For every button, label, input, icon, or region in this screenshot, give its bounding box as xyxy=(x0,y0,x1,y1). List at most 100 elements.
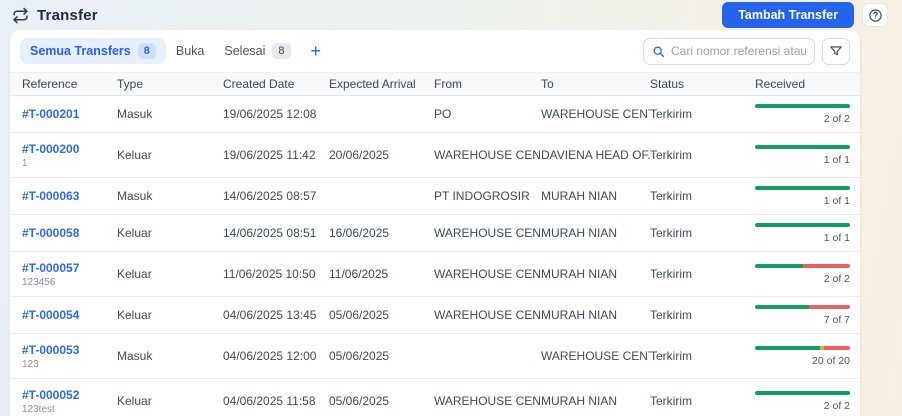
reference-link[interactable]: #T-000058 xyxy=(22,226,111,240)
progress-segment xyxy=(809,304,850,309)
received-cell: 20 of 20 xyxy=(755,345,860,367)
received-progress-bar xyxy=(755,263,850,268)
table-row[interactable]: #T-000058 Keluar 14/06/2025 08:51 16/06/202… xyxy=(10,215,860,252)
received-cell: 2 of 2 xyxy=(755,390,860,412)
add-view-button[interactable]: + xyxy=(301,42,332,60)
filter-button[interactable] xyxy=(822,37,850,65)
reference-cell: #T-000052 123test xyxy=(10,388,117,415)
reference-cell: #T-000201 xyxy=(10,107,117,121)
col-header-to: To xyxy=(541,77,554,91)
tab-selesai[interactable]: Selesai 8 xyxy=(214,38,300,64)
table-body: #T-000201 Masuk 19/06/2025 12:08 PO WAREHOUS… xyxy=(10,96,860,416)
to-cell: MURAH NIAN xyxy=(541,308,618,322)
reference-link[interactable]: #T-000053 xyxy=(22,343,111,357)
reference-cell: #T-000054 xyxy=(10,308,117,322)
help-button[interactable] xyxy=(862,3,888,27)
progress-segment xyxy=(755,304,810,309)
tab-buka[interactable]: Buka xyxy=(166,39,215,63)
table-header-row: Reference Type Created Date Expected Arr… xyxy=(10,72,860,96)
to-cell: DAVIENA HEAD OF... xyxy=(541,148,650,162)
expected-arrival-cell: 11/06/2025 xyxy=(329,267,389,281)
expected-arrival-cell: 05/06/2025 xyxy=(329,349,390,363)
add-transfer-button[interactable]: Tambah Transfer xyxy=(722,2,854,28)
received-cell: 2 of 2 xyxy=(755,263,860,285)
status-cell: Terkirim xyxy=(650,148,692,162)
to-cell: MURAH NIAN xyxy=(541,267,618,281)
created-date-cell: 14/06/2025 08:57 xyxy=(223,189,317,203)
received-cell: 1 of 1 xyxy=(755,185,860,207)
to-cell: MURAH NIAN xyxy=(541,189,618,203)
progress-segment xyxy=(755,144,850,149)
tab-label: Selesai xyxy=(224,44,266,58)
expected-arrival-cell: 05/06/2025 xyxy=(329,308,390,322)
progress-segment xyxy=(755,390,850,395)
type-cell: Keluar xyxy=(117,394,152,408)
reference-link[interactable]: #T-000063 xyxy=(22,189,111,203)
created-date-cell: 14/06/2025 08:51 xyxy=(223,226,317,240)
status-cell: Terkirim xyxy=(650,394,692,408)
received-count: 1 of 1 xyxy=(823,153,850,166)
tab-label: Buka xyxy=(175,44,205,58)
received-cell: 1 of 1 xyxy=(755,144,860,166)
type-cell: Keluar xyxy=(117,308,152,322)
table-row[interactable]: #T-000200 1 Keluar 19/06/2025 11:42 20/06/20… xyxy=(10,133,860,178)
created-date-cell: 04/06/2025 13:45 xyxy=(223,308,317,322)
reference-link[interactable]: #T-000054 xyxy=(22,308,111,322)
transfer-card: Semua Transfers 8 Buka Selesai 8 + Cari … xyxy=(10,30,860,416)
received-count: 1 of 1 xyxy=(823,231,850,244)
progress-segment xyxy=(755,222,850,227)
type-cell: Masuk xyxy=(117,349,153,363)
table-row[interactable]: #T-000052 123test Keluar 04/06/2025 11:58 05… xyxy=(10,379,860,416)
reference-cell: #T-000053 123 xyxy=(10,343,117,370)
received-progress-bar xyxy=(755,304,850,309)
reference-tag: 123 xyxy=(22,358,39,370)
top-header: Transfer Tambah Transfer xyxy=(0,0,902,30)
search-input[interactable] xyxy=(671,44,806,58)
table-row[interactable]: #T-000057 123456 Keluar 11/06/2025 10:50 11/… xyxy=(10,252,860,297)
expected-arrival-cell: 20/06/2025 xyxy=(329,148,390,162)
received-count: 20 of 20 xyxy=(812,354,850,367)
table-row[interactable]: #T-000053 123 Masuk 04/06/2025 12:00 05/06/2… xyxy=(10,334,860,379)
reference-link[interactable]: #T-000200 xyxy=(22,142,111,156)
tab-count-badge: 8 xyxy=(272,43,291,59)
from-cell: WAREHOUSE CENT... xyxy=(434,226,541,240)
progress-segment xyxy=(802,263,850,268)
received-progress-bar xyxy=(755,390,850,395)
tabs-toolbar: Semua Transfers 8 Buka Selesai 8 + xyxy=(10,30,860,68)
from-cell: WAREHOUSE CENT... xyxy=(434,308,541,322)
created-date-cell: 11/06/2025 10:50 xyxy=(223,267,316,281)
help-icon xyxy=(868,8,883,23)
reference-link[interactable]: #T-000052 xyxy=(22,388,111,402)
reference-cell: #T-000057 123456 xyxy=(10,261,117,288)
received-cell: 1 of 1 xyxy=(755,222,860,244)
table-row[interactable]: #T-000201 Masuk 19/06/2025 12:08 PO WAREHOUS… xyxy=(10,96,860,133)
reference-link[interactable]: #T-000201 xyxy=(22,107,111,121)
from-cell: WAREHOUSE CENT... xyxy=(434,267,541,281)
col-header-received: Received xyxy=(755,77,806,91)
search-icon xyxy=(652,45,665,58)
reference-tag: 1 xyxy=(22,157,28,169)
col-header-status: Status xyxy=(650,77,685,91)
reference-link[interactable]: #T-000057 xyxy=(22,261,111,275)
tab-label: Semua Transfers xyxy=(30,44,131,58)
received-count: 1 of 1 xyxy=(823,194,850,207)
received-progress-bar xyxy=(755,222,850,227)
col-header-expected-arrival: Expected Arrival xyxy=(329,77,416,91)
table-row[interactable]: #T-000063 Masuk 14/06/2025 08:57 PT INDOGRO… xyxy=(10,178,860,215)
received-count: 7 of 7 xyxy=(823,313,850,326)
progress-segment xyxy=(755,103,850,108)
search-box xyxy=(643,37,815,65)
received-count: 2 of 2 xyxy=(823,112,850,125)
filter-icon xyxy=(829,44,843,58)
status-cell: Terkirim xyxy=(650,107,692,121)
progress-segment xyxy=(755,345,820,350)
received-cell: 2 of 2 xyxy=(755,103,860,125)
reference-cell: #T-000058 xyxy=(10,226,117,240)
table-row[interactable]: #T-000054 Keluar 04/06/2025 13:45 05/06/202… xyxy=(10,297,860,334)
progress-segment xyxy=(755,185,850,190)
status-cell: Terkirim xyxy=(650,226,692,240)
received-cell: 7 of 7 xyxy=(755,304,860,326)
from-cell: PO xyxy=(434,107,452,121)
page-title: Transfer xyxy=(37,6,98,24)
tab-semua-transfers[interactable]: Semua Transfers 8 xyxy=(20,38,166,64)
